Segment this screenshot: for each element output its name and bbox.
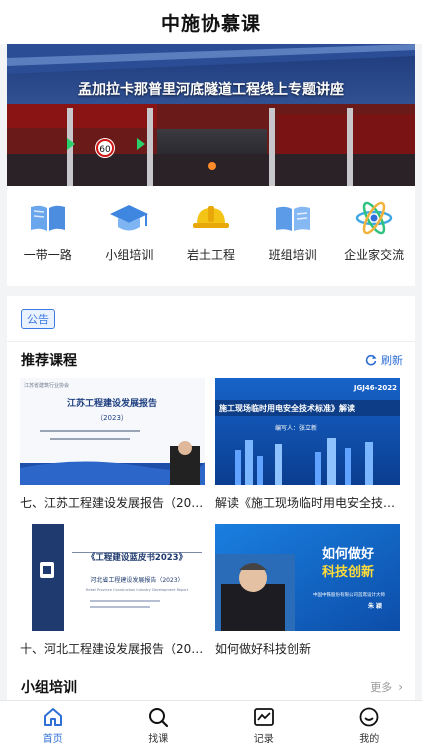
course-card[interactable]: 江苏省建筑行业协会 江苏工程建设发展报告 （2023） 七、江苏工程建设发展报告… [20, 378, 205, 511]
thumb-title-2: 科技创新 [322, 564, 374, 580]
tab-find-course[interactable]: 找课 [118, 706, 198, 745]
notice-bar[interactable]: 公告 [7, 296, 415, 342]
thumb-title: 江苏工程建设发展报告 [67, 397, 157, 409]
banner-carousel[interactable]: 60 孟加拉卡那普里河底隧道工程线上专题讲座 [7, 44, 415, 186]
thumb-header: 江苏省建筑行业协会 [24, 382, 69, 389]
thumb-title: 《工程建设蓝皮书2023》 [87, 552, 187, 563]
top-bar: 中施协慕课 [0, 0, 422, 44]
course-caption: 如何做好科技创新 [215, 642, 312, 656]
thumb-code: JGJ46-2022 [353, 384, 397, 392]
search-icon [149, 708, 169, 728]
notice-tag: 公告 [21, 308, 55, 329]
quick-nav-entrepreneur[interactable]: 企业家交流 [334, 200, 414, 263]
course-thumbnail: 如何做好 科技创新 中国中铁股份有限公司首席设计大师 朱 颖 [215, 524, 400, 631]
quick-nav-label: 岩土工程 [186, 248, 235, 262]
course-card[interactable]: 如何做好 科技创新 中国中铁股份有限公司首席设计大师 朱 颖 如何做好科技创新 [215, 524, 400, 657]
group-training-header: 小组培训 更多 › [7, 672, 415, 702]
svg-text:60: 60 [99, 145, 111, 155]
thumb-en: Hebei Province Construction Industry Dev… [86, 588, 189, 592]
tab-label: 我的 [359, 734, 380, 745]
quick-nav-label: 企业家交流 [344, 248, 405, 262]
thumb-author: 编写人：张立新 [275, 424, 317, 432]
group-training-title: 小组培训 [21, 680, 77, 696]
course-card[interactable]: 《工程建设蓝皮书2023》 河北省工程建设发展报告（2023） Hebei Pr… [20, 524, 205, 657]
course-caption: 解读《施工现场临时用电安全技术规范》 [215, 496, 400, 510]
quick-nav-label: 小组培训 [105, 248, 154, 262]
course-grid: 江苏省建筑行业协会 江苏工程建设发展报告 （2023） 七、江苏工程建设发展报告… [7, 372, 415, 672]
tab-records[interactable]: 记录 [224, 706, 304, 745]
quick-nav-geotechnical[interactable]: 岩土工程 [171, 200, 251, 263]
refresh-icon [365, 354, 377, 366]
bottom-tab-bar: 首页 找课 记录 我的 [0, 700, 422, 750]
profile-icon [359, 707, 379, 727]
open-book-icon [272, 200, 314, 236]
page-title: 中施协慕课 [160, 12, 261, 35]
course-thumbnail: JGJ46-2022 施工现场临时用电安全技术标准》解读 编写人：张立新 [215, 378, 400, 485]
thumb-sub: 河北省工程建设发展报告（2023） [90, 576, 183, 584]
book-icon [27, 200, 69, 236]
quick-nav-label: 一带一路 [23, 248, 72, 262]
tab-label: 记录 [253, 734, 274, 745]
tab-label: 找课 [148, 734, 169, 745]
chart-icon [253, 708, 274, 726]
app-root: 中施协慕课 60 孟加拉卡那普里河底隧道工程线上专题讲座 一带一路 小组培训 岩… [0, 0, 422, 750]
quick-nav-team-training[interactable]: 班组培训 [253, 200, 333, 263]
quick-nav-belt-and-road[interactable]: 一带一路 [8, 200, 88, 263]
hard-hat-icon [190, 200, 232, 236]
refresh-label: 刷新 [381, 354, 403, 367]
banner-image: 60 [7, 44, 415, 186]
graduation-cap-icon [108, 200, 150, 236]
course-caption: 七、江苏工程建设发展报告（2023） [20, 496, 205, 510]
tab-label: 首页 [42, 734, 63, 745]
banner-title: 孟加拉卡那普里河底隧道工程线上专题讲座 [78, 82, 344, 98]
more-button[interactable]: 更多 › [370, 679, 403, 695]
thumb-year: （2023） [96, 414, 128, 422]
recommended-title: 推荐课程 [21, 353, 77, 369]
course-card[interactable]: JGJ46-2022 施工现场临时用电安全技术标准》解读 编写人：张立新 解读《… [215, 378, 400, 511]
thumb-org: 中国中铁股份有限公司首席设计大师 [313, 591, 385, 598]
thumb-name: 朱 颖 [368, 602, 382, 610]
thumb-title: 施工现场临时用电安全技术标准》解读 [219, 403, 355, 413]
chevron-right-icon: › [398, 680, 403, 694]
home-icon [43, 708, 62, 726]
quick-nav-label: 班组培训 [268, 248, 317, 262]
course-thumbnail: 江苏省建筑行业协会 江苏工程建设发展报告 （2023） [20, 378, 205, 485]
course-thumbnail: 《工程建设蓝皮书2023》 河北省工程建设发展报告（2023） Hebei Pr… [20, 524, 205, 631]
quick-nav: 一带一路 小组培训 岩土工程 班组培训 企业家交流 [7, 186, 415, 286]
atom-icon [353, 200, 395, 236]
more-label: 更多 [370, 681, 393, 694]
tab-home[interactable]: 首页 [13, 706, 93, 745]
quick-nav-group-training[interactable]: 小组培训 [89, 200, 169, 263]
thumb-title-1: 如何做好 [322, 546, 374, 562]
tab-mine[interactable]: 我的 [329, 706, 409, 745]
refresh-button[interactable]: 刷新 [365, 352, 403, 368]
course-caption: 十、河北工程建设发展报告（2023） [20, 642, 205, 656]
